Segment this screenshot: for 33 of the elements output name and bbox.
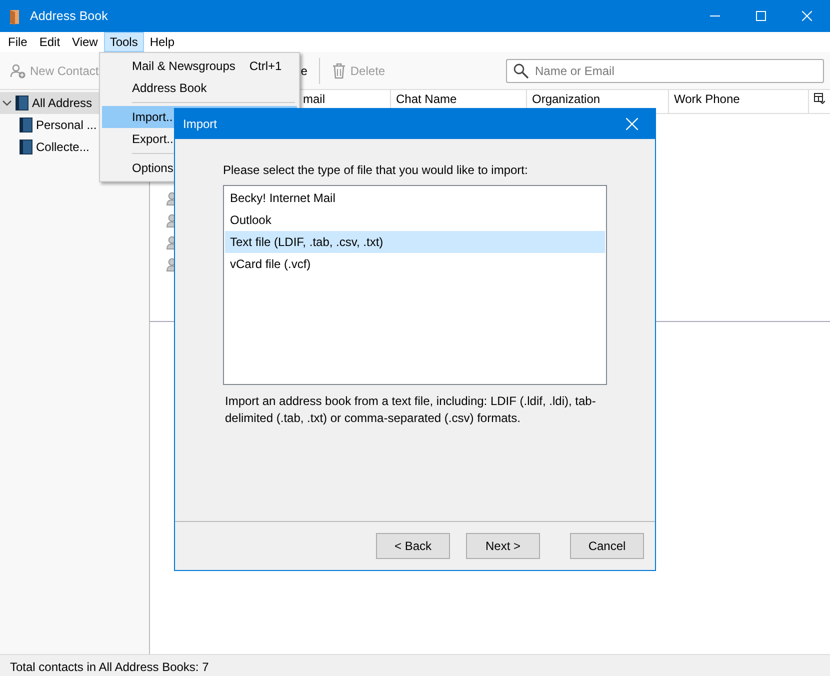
- chevron-icon: [2, 98, 12, 108]
- address-book-icon: [8, 8, 22, 24]
- list-item[interactable]: Becky! Internet Mail: [225, 187, 605, 209]
- list-item[interactable]: Outlook: [225, 209, 605, 231]
- menu-item[interactable]: Edit: [33, 32, 66, 52]
- close-icon: [802, 11, 812, 21]
- maximize-icon: [756, 11, 766, 21]
- menu-item[interactable]: File: [2, 32, 34, 52]
- book-icon: [19, 117, 33, 133]
- list-item[interactable]: Text file (LDIF, .tab, .csv, .txt): [225, 231, 605, 253]
- dialog-button[interactable]: < Back: [376, 533, 450, 559]
- book-icon: [15, 95, 29, 111]
- menu-item[interactable]: Tools: [104, 32, 144, 52]
- dialog-button[interactable]: Cancel: [570, 533, 644, 559]
- menu-item[interactable]: Mail & Newsgroups Ctrl+1: [102, 55, 297, 77]
- column-header[interactable]: Work Phone: [668, 90, 808, 113]
- close-icon: [626, 118, 638, 130]
- window-title: Address Book: [30, 8, 108, 25]
- toolbar-button[interactable]: e: [296, 60, 312, 82]
- dialog-title: Import: [183, 116, 218, 133]
- menu-item[interactable]: Help: [144, 32, 181, 52]
- column-picker-icon: [814, 93, 825, 104]
- search-icon: [513, 62, 529, 78]
- book-icon: [19, 139, 33, 155]
- add-contact-icon: [10, 62, 26, 78]
- trash-icon: [332, 62, 346, 78]
- list-item[interactable]: vCard file (.vcf): [225, 253, 605, 275]
- description-text: Import an address book from a text file, including: LDIF (.ldif, .ldi), tab-delimited (.tab, .txt) or comma-separated (.csv) formats.: [224, 393, 597, 427]
- prompt-text: Please select the type of file that you would like to import:: [223, 162, 529, 179]
- dialog-button[interactable]: Next >: [466, 533, 540, 559]
- status-bar: Total contacts in All Address Books: 7: [0, 654, 830, 676]
- search-field[interactable]: Name or Email: [506, 58, 824, 82]
- menu-item[interactable]: View: [66, 32, 104, 52]
